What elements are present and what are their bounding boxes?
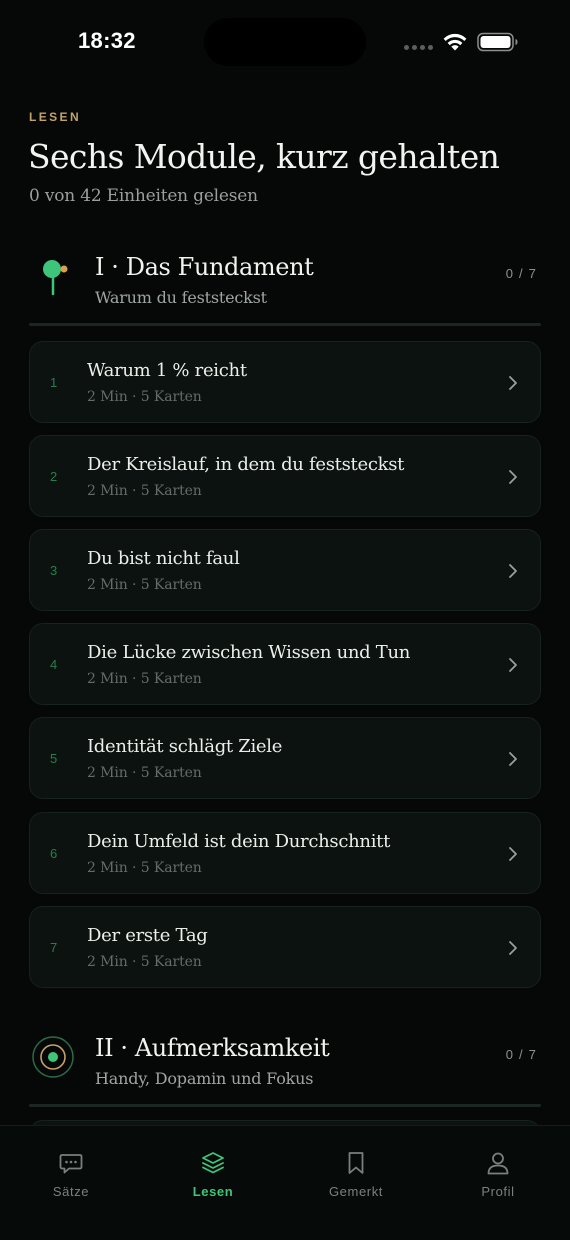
tab-label: Gemerkt [328, 1184, 384, 1199]
chevron-right-icon [509, 470, 517, 484]
lesson-card[interactable]: 2 Der Kreislauf, in dem du feststeckst 2… [29, 435, 541, 517]
lesson-meta: 2 Min · 5 Karten [87, 860, 202, 876]
lesson-number: 2 [50, 469, 58, 484]
lesson-card[interactable]: 4 Die Lücke zwischen Wissen und Tun 2 Mi… [29, 623, 541, 705]
module-progress: 0 / 7 [505, 1047, 537, 1062]
bookmark-icon [348, 1152, 364, 1174]
lesson-card[interactable]: 5 Identität schlägt Ziele 2 Min · 5 Kart… [29, 717, 541, 799]
module-divider [29, 1104, 541, 1107]
lesson-meta: 2 Min · 5 Karten [87, 954, 202, 970]
lesson-number: 5 [50, 751, 58, 766]
lesson-card[interactable]: 1 Warum 1 % reicht 2 Min · 5 Karten [29, 341, 541, 423]
tab-bar: Sätze Lesen Gemerkt Profil [0, 1125, 570, 1240]
page-title: Sechs Module, kurz gehalten [28, 137, 500, 176]
chevron-right-icon [509, 752, 517, 766]
tab-saetze[interactable]: Sätze [11, 1150, 131, 1199]
lesson-title: Die Lücke zwischen Wissen und Tun [87, 642, 411, 663]
tab-profil[interactable]: Profil [438, 1150, 558, 1199]
section-eyebrow: LESEN [29, 110, 82, 124]
tab-label: Sätze [52, 1184, 90, 1199]
lesson-meta: 2 Min · 5 Karten [87, 389, 202, 405]
tab-lesen[interactable]: Lesen [153, 1150, 273, 1199]
module-header-fundament[interactable]: I · Das Fundament Warum du feststeckst 0… [29, 252, 541, 332]
tab-label: Lesen [192, 1184, 234, 1199]
lesson-number: 3 [50, 563, 58, 578]
lesson-card[interactable]: 3 Du bist nicht faul 2 Min · 5 Karten [29, 529, 541, 611]
wifi-icon [443, 33, 467, 51]
lesson-meta: 2 Min · 5 Karten [87, 483, 202, 499]
lesson-title: Der erste Tag [87, 925, 208, 946]
module-title: II · Aufmerksamkeit [95, 1034, 330, 1062]
module-title: I · Das Fundament [95, 253, 314, 281]
lesson-number: 6 [50, 846, 58, 861]
chevron-right-icon [509, 847, 517, 861]
chevron-right-icon [509, 564, 517, 578]
reading-progress-summary: 0 von 42 Einheiten gelesen [29, 186, 258, 206]
battery-icon [477, 32, 518, 52]
chevron-right-icon [509, 376, 517, 390]
lesson-number: 7 [50, 940, 58, 955]
lesson-card[interactable]: 6 Dein Umfeld ist dein Durchschnitt 2 Mi… [29, 812, 541, 894]
status-bar: 18:32 [0, 0, 570, 84]
module-header-aufmerksamkeit[interactable]: II · Aufmerksamkeit Handy, Dopamin und F… [29, 1033, 541, 1113]
module-subtitle: Warum du feststeckst [95, 288, 267, 307]
lesson-meta: 2 Min · 5 Karten [87, 671, 202, 687]
lesson-title: Dein Umfeld ist dein Durchschnitt [87, 831, 391, 852]
chevron-right-icon [509, 658, 517, 672]
cellular-signal-icon [404, 45, 433, 50]
lesson-number: 1 [50, 375, 58, 390]
chat-bubble-icon [59, 1154, 83, 1174]
status-time: 18:32 [78, 28, 136, 53]
tab-label: Profil [481, 1184, 515, 1199]
lesson-card[interactable]: 7 Der erste Tag 2 Min · 5 Karten [29, 906, 541, 988]
module-progress: 0 / 7 [505, 266, 537, 281]
module-subtitle: Handy, Dopamin und Fokus [95, 1069, 314, 1088]
lesson-number: 4 [50, 657, 58, 672]
lesson-title: Identität schlägt Ziele [87, 736, 283, 757]
lesson-title: Warum 1 % reicht [87, 360, 247, 381]
layers-icon [202, 1152, 224, 1174]
tab-gemerkt[interactable]: Gemerkt [296, 1150, 416, 1199]
module-divider [29, 323, 541, 326]
person-icon [487, 1152, 509, 1175]
lesson-meta: 2 Min · 5 Karten [87, 577, 202, 593]
dynamic-island [204, 18, 366, 66]
lesson-title: Du bist nicht faul [87, 548, 240, 569]
sapling-icon [43, 260, 68, 296]
lesson-title: Der Kreislauf, in dem du feststeckst [87, 454, 405, 475]
lesson-meta: 2 Min · 5 Karten [87, 765, 202, 781]
chevron-right-icon [509, 941, 517, 955]
focus-target-icon [32, 1036, 74, 1078]
